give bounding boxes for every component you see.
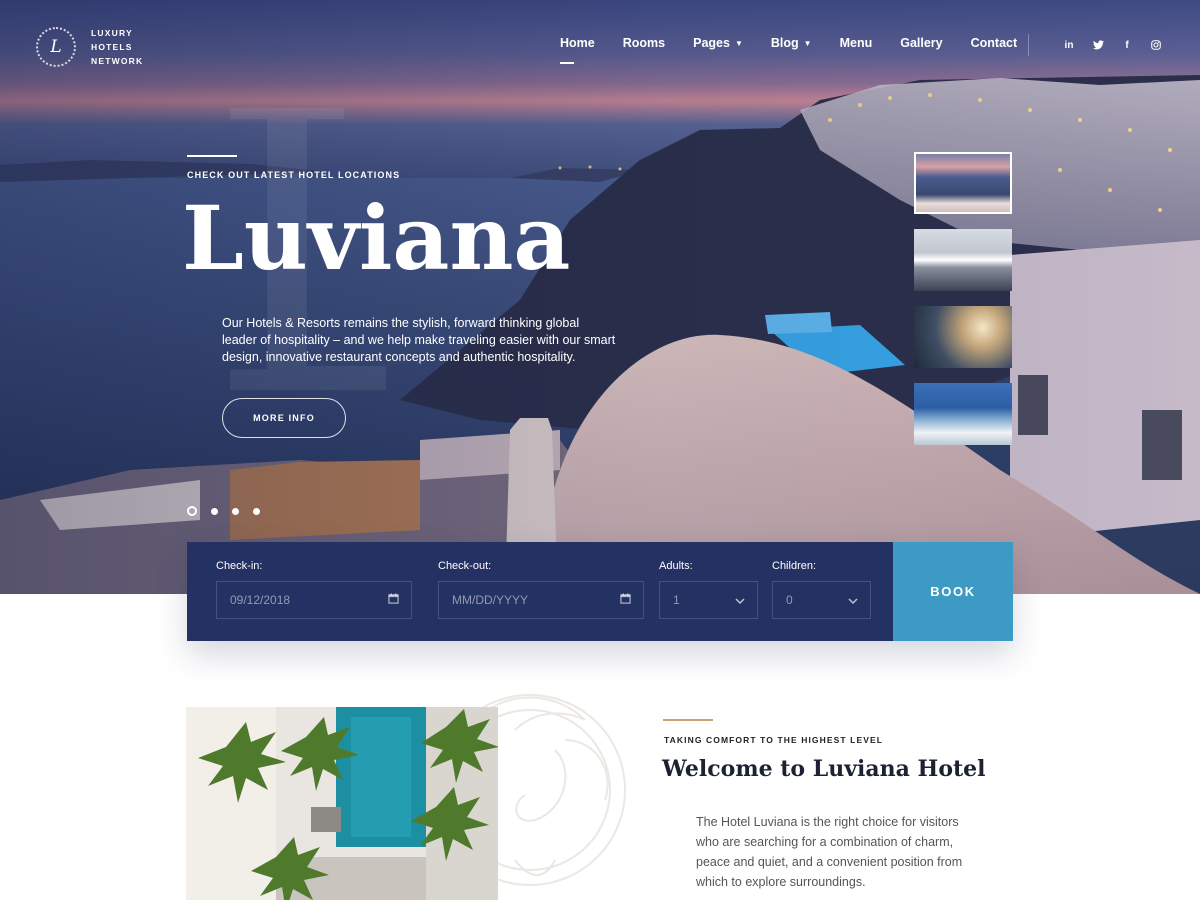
nav-item-label: Rooms <box>622 36 666 50</box>
checkout-input[interactable]: MM/DD/YYYY <box>438 581 644 619</box>
checkin-field-group: Check-in: 09/12/2018 <box>216 560 412 619</box>
booking-form: Check-in: 09/12/2018 Check-out: MM/DD/YY… <box>187 542 1013 641</box>
nav-item-home[interactable]: Home <box>560 36 595 64</box>
logo-line-2: HOTELS <box>91 42 133 52</box>
nav-item-rooms[interactable]: Rooms <box>623 36 665 50</box>
adults-label: Adults: <box>659 560 693 572</box>
children-field-group: Children: 0 <box>772 560 871 619</box>
thumbnail-santorini[interactable] <box>914 152 1012 214</box>
calendar-icon <box>620 593 631 607</box>
logo-text: LUXURY HOTELS NETWORK <box>91 26 143 68</box>
nav-item-label: Menu <box>839 36 873 50</box>
chevron-down-icon: ▼ <box>803 38 812 48</box>
children-label: Children: <box>772 560 817 572</box>
slider-dot-3[interactable] <box>232 507 239 515</box>
more-info-button[interactable]: MORE INFO <box>222 398 346 438</box>
thumbnail-coast[interactable] <box>914 383 1012 445</box>
nav-item-pages[interactable]: Pages ▼ <box>693 36 743 50</box>
nav-item-contact[interactable]: Contact <box>971 36 1018 50</box>
adults-field-group: Adults: 1 <box>659 560 758 619</box>
nav-item-blog[interactable]: Blog ▼ <box>771 36 812 50</box>
slider-dot-2[interactable] <box>211 507 218 515</box>
chevron-down-icon <box>735 593 745 607</box>
about-title: Welcome to Luviana Hotel <box>662 756 986 782</box>
nav-item-label: Gallery <box>900 36 943 50</box>
slider-thumbnails <box>914 152 1012 460</box>
logo-line-1: LUXURY <box>91 28 133 38</box>
adults-select[interactable]: 1 <box>659 581 758 619</box>
checkin-input[interactable]: 09/12/2018 <box>216 581 412 619</box>
nav-item-label: Pages <box>693 36 730 50</box>
about-text: The Hotel Luviana is the right choice fo… <box>696 815 963 889</box>
slider-dot-1[interactable] <box>187 506 197 516</box>
logo-monogram: L <box>50 37 62 57</box>
hero-overlay <box>0 0 1200 594</box>
children-select[interactable]: 0 <box>772 581 871 619</box>
instagram-icon[interactable] <box>1147 38 1165 52</box>
nav-item-gallery[interactable]: Gallery <box>900 36 942 50</box>
logo-emblem: L <box>36 27 76 67</box>
main-nav: Home Rooms Pages ▼ Blog ▼ Menu Gallery Con… <box>560 36 1045 64</box>
twitter-icon[interactable] <box>1089 38 1107 52</box>
nav-item-menu[interactable]: Menu <box>840 36 873 50</box>
nav-divider <box>1028 34 1029 56</box>
about-accent-line <box>663 719 713 721</box>
checkin-value: 09/12/2018 <box>230 593 291 607</box>
hero-description: Our Hotels & Resorts remains the stylish… <box>222 316 616 364</box>
checkout-label: Check-out: <box>438 560 492 572</box>
social-links: in f <box>1060 38 1176 52</box>
thumbnail-bedroom[interactable] <box>914 229 1012 291</box>
about-eyebrow: TAKING COMFORT TO THE HIGHEST LEVEL <box>664 735 884 745</box>
facebook-icon[interactable]: f <box>1118 38 1136 52</box>
adults-value: 1 <box>673 593 680 607</box>
nav-item-label: Home <box>560 36 595 50</box>
slider-dot-4[interactable] <box>253 507 260 515</box>
checkout-field-group: Check-out: MM/DD/YYYY <box>438 560 644 619</box>
hero-section: L LUXURY HOTELS NETWORK Home Rooms Pages… <box>0 0 1200 594</box>
book-button[interactable]: BOOK <box>893 542 1013 641</box>
nav-item-label: Contact <box>970 36 1018 50</box>
children-value: 0 <box>786 593 793 607</box>
hero-title: Luviana <box>182 186 571 290</box>
thumbnail-restaurant[interactable] <box>914 306 1012 368</box>
eyebrow-line <box>187 155 237 157</box>
logo[interactable]: L LUXURY HOTELS NETWORK <box>36 26 143 68</box>
linkedin-icon[interactable]: in <box>1060 38 1078 52</box>
checkin-label: Check-in: <box>216 560 263 572</box>
about-image <box>186 707 498 900</box>
chevron-down-icon <box>848 593 858 607</box>
logo-line-3: NETWORK <box>91 56 144 66</box>
calendar-icon <box>388 593 399 607</box>
nav-item-label: Blog <box>770 36 799 50</box>
checkout-value: MM/DD/YYYY <box>452 593 529 607</box>
slider-dots <box>187 506 274 516</box>
chevron-down-icon: ▼ <box>734 38 743 48</box>
hero-eyebrow: CHECK OUT LATEST HOTEL LOCATIONS <box>187 170 401 180</box>
